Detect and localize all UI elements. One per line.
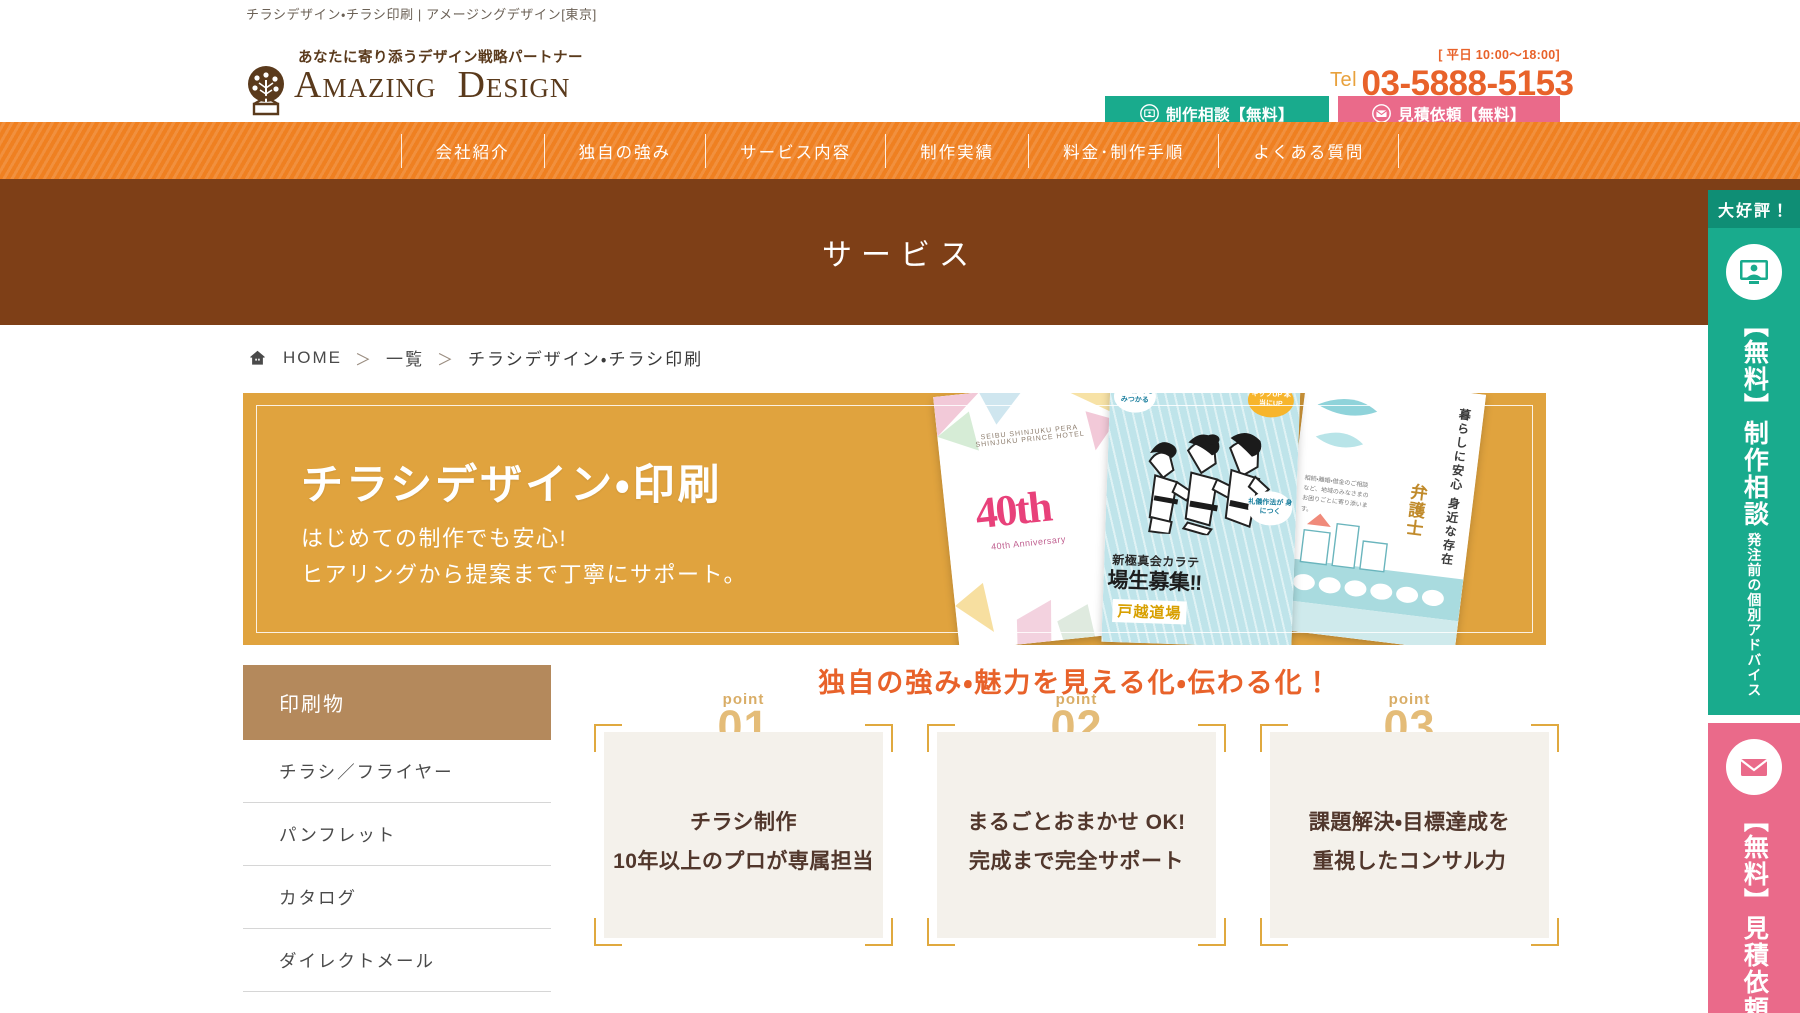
nav-item-strengths[interactable]: 独自の強み [543, 133, 706, 168]
sidebar-item-catalog[interactable]: カタログ [243, 866, 551, 929]
point-text-line2: 完成まで完全サポート [969, 849, 1184, 873]
breadcrumb-separator: ＞ [437, 351, 456, 369]
nav-item-services[interactable]: サービス内容 [705, 133, 885, 168]
point-text: まるごとおまかせ OK! 完成まで完全サポート [927, 804, 1226, 882]
point-card: point 03 課題解決・目標達成を 重視したコンサル力 [1260, 692, 1559, 946]
hero-subtitle: はじめての制作でも安心! ヒアリングから提案まで丁寧にサポート。 [301, 521, 747, 594]
consult-tab-icon-wrap [1708, 228, 1800, 308]
header-telephone: [ 平日 10:00〜18:00] Tel 03-5888-5153 [1330, 44, 1574, 104]
breadcrumb-current: チラシデザイン・チラシ印刷 [468, 350, 704, 369]
sidebar-item-pamphlet[interactable]: パンフレット [243, 803, 551, 866]
page-root: チラシデザイン・チラシ印刷 | アメージングデザイン[東京] あなたに寄り添うデ… [0, 0, 1800, 1013]
point-card: point 02 まるごとおまかせ OK! 完成まで完全サポート [927, 692, 1226, 946]
page-title-banner: サービス [0, 179, 1800, 325]
breadcrumb: HOME ＞ 一覧 ＞ チラシデザイン・チラシ印刷 [248, 345, 703, 370]
corner-bracket-icon [927, 724, 955, 752]
mail-icon [1726, 739, 1782, 796]
hero-flyer-collage: SEIBU SHINJUKU PERA SHINJUKU PRINCE HOTE… [906, 393, 1546, 645]
corner-bracket-icon [594, 918, 622, 946]
consult-tab-small-text: 発注前の個別アドバイス [1746, 532, 1763, 698]
breadcrumb-separator: ＞ [355, 351, 374, 369]
floating-cta-tabs: 大好評！ 【無料】制作相談 発注前の個別アドバイス 【無料】見積依頼 [1708, 190, 1800, 1013]
breadcrumb-list[interactable]: 一覧 [386, 345, 424, 370]
sidebar-item-direct-mail[interactable]: ダイレクトメール [243, 929, 551, 992]
point-card-list: point 01 チラシ制作 10年以上のプロが専属担当 point 02 まる… [594, 692, 1560, 946]
corner-bracket-icon [1531, 918, 1559, 946]
nav-item-company[interactable]: 会社紹介 [400, 133, 544, 168]
site-header: あなたに寄り添うデザイン戦略パートナー AMAZING DESIGN [ 平日 … [0, 28, 1800, 131]
corner-bracket-icon [1260, 918, 1288, 946]
monitor-person-glyph [1740, 260, 1768, 284]
consult-tab-big-text: 【無料】制作相談 [1740, 312, 1769, 528]
hero-sub-line1: はじめての制作でも安心! [301, 526, 568, 551]
nav-item-works[interactable]: 制作実績 [885, 133, 1028, 168]
flyer-3-body-text: 相続・離婚・借金のご相談など、地域のみなさまのお困りごとに寄り添います。 [1300, 475, 1369, 514]
nav-item-pricing[interactable]: 料金･制作手順 [1028, 133, 1218, 168]
site-tagline: チラシデザイン・チラシ印刷 | アメージングデザイン[東京] [246, 7, 597, 22]
monitor-person-icon [1726, 244, 1782, 300]
point-text-line1: 課題解決・目標達成を [1308, 811, 1511, 834]
main-column: 独自の強み・魅力を見える化・伝わる化！ point 01 チラシ制作 10年以上… [594, 665, 1559, 946]
estimate-tab-icon-wrap [1708, 723, 1800, 803]
point-text: 課題解決・目標達成を 重視したコンサル力 [1260, 804, 1559, 882]
mail-glyph [1740, 759, 1768, 777]
corner-bracket-icon [594, 724, 622, 752]
flyer-2-headline-3: 戸越道場 [1112, 598, 1187, 625]
site-logo[interactable]: あなたに寄り添うデザイン戦略パートナー AMAZING DESIGN [240, 46, 600, 116]
corner-bracket-icon [927, 918, 955, 946]
sidebar-heading: 印刷物 [243, 665, 551, 740]
flyer-2-headline-2: 場生募集‼ [1107, 568, 1203, 596]
point-text-line1: まるごとおまかせ OK! [967, 811, 1186, 834]
tree-logo-icon [248, 66, 284, 116]
flyer-sample-2: 初心者 でも みつかる キップUP 本当にUP 礼儀作法が 身につく 新極真会カ… [1101, 393, 1301, 645]
floating-estimate-tab[interactable]: 【無料】見積依頼 CLICK [1708, 723, 1800, 1013]
point-card: point 01 チラシ制作 10年以上のプロが専属担当 [594, 692, 893, 946]
point-text-line1: チラシ制作 [689, 811, 798, 834]
nav-item-faq[interactable]: よくある質問 [1218, 133, 1400, 168]
consult-tab-badge: 大好評！ [1708, 190, 1800, 228]
business-hours: [ 平日 10:00〜18:00] [1438, 48, 1560, 62]
corner-bracket-icon [1198, 918, 1226, 946]
monitor-person-icon [1140, 104, 1159, 123]
point-text-line2: 重視したコンサル力 [1312, 849, 1507, 873]
hero-banner: チラシデザイン・印刷 はじめての制作でも安心! ヒアリングから提案まで丁寧にサポ… [243, 393, 1546, 645]
corner-bracket-icon [1198, 724, 1226, 752]
home-icon [250, 350, 265, 365]
mail-icon [1372, 104, 1391, 123]
hero-sub-line2: ヒアリングから提案まで丁寧にサポート。 [301, 562, 748, 588]
page-title: サービス [822, 239, 978, 272]
flyer-1-big-number: 40th [973, 481, 1053, 539]
point-text: チラシ制作 10年以上のプロが専属担当 [594, 804, 893, 882]
estimate-tab-text: 【無料】見積依頼 [1740, 803, 1769, 1013]
estimate-tab-big-text: 【無料】見積依頼 [1740, 807, 1769, 1013]
corner-bracket-icon [1260, 724, 1288, 752]
hero-title: チラシデザイン・印刷 [301, 461, 723, 508]
floating-consult-tab[interactable]: 大好評！ 【無料】制作相談 発注前の個別アドバイス [1708, 190, 1800, 716]
corner-bracket-icon [865, 918, 893, 946]
flyer-sample-3: 暮らしに安心 身近な存在 弁護士 相続・離婚・借金のご相談など、地域のみなさまの… [1275, 393, 1487, 645]
service-sidebar: 印刷物 チラシ／フライヤー パンフレット カタログ ダイレクトメール [243, 665, 551, 992]
consult-tab-text: 【無料】制作相談 発注前の個別アドバイス [1740, 308, 1769, 715]
point-text-line2: 10年以上のプロが専属担当 [613, 849, 874, 873]
breadcrumb-home[interactable]: HOME [283, 348, 342, 368]
main-navigation: 会社紹介 独自の強み サービス内容 制作実績 料金･制作手順 よくある質問 [0, 122, 1800, 179]
tel-label: Tel [1330, 69, 1358, 91]
corner-bracket-icon [1531, 724, 1559, 752]
corner-bracket-icon [865, 724, 893, 752]
sidebar-item-flyer[interactable]: チラシ／フライヤー [243, 740, 551, 803]
logo-wordmark: AMAZING DESIGN [294, 64, 571, 106]
